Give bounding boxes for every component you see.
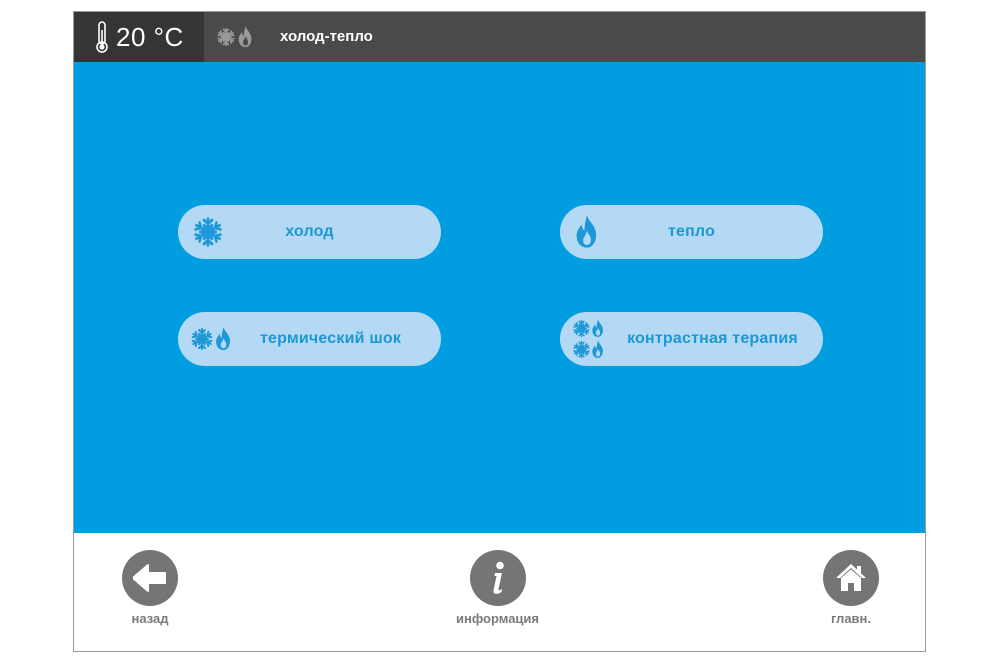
home-icon (836, 564, 866, 591)
info-circle (469, 550, 526, 606)
flame-icon (572, 215, 600, 249)
home-circle (823, 550, 879, 606)
warm-mode-button[interactable]: тепло (560, 205, 823, 259)
cold-mode-label: холод (285, 223, 334, 240)
temperature-value: 20 °C (116, 21, 184, 52)
snowflake-flame-icon (190, 327, 233, 351)
contrast-therapy-label: контрастная терапия (627, 330, 798, 347)
flame-icon (237, 26, 254, 48)
home-label: главн. (830, 611, 872, 626)
mode-selection-area: холод тепло термический шок контрастная … (74, 62, 925, 533)
temperature-display: 20 °C (74, 12, 204, 62)
snowflake-icon (190, 216, 224, 248)
info-icon (492, 561, 504, 594)
header-bar: 20 °C холод-тепло (74, 12, 925, 62)
info-button[interactable]: информация (456, 550, 539, 626)
arrow-left-icon (133, 564, 166, 592)
thermal-shock-label: термический шок (259, 330, 402, 347)
app-window: 20 °C холод-тепло холод тепло термически… (73, 11, 926, 652)
back-label: назад (131, 611, 169, 626)
back-circle (122, 550, 178, 606)
info-label: информация (456, 611, 540, 626)
home-button[interactable]: главн. (823, 550, 879, 626)
snowflake-icon (216, 27, 236, 47)
double-snowflake-flame-icon (572, 319, 605, 359)
contrast-therapy-button[interactable]: контрастная терапия (560, 312, 823, 366)
cold-mode-button[interactable]: холод (178, 205, 441, 259)
mode-icons (216, 26, 254, 48)
thermometer-icon (96, 21, 108, 53)
warm-mode-label: тепло (667, 223, 716, 240)
footer-navigation: назад информация главн. (74, 533, 925, 651)
thermal-shock-button[interactable]: термический шок (178, 312, 441, 366)
mode-title: холод-тепло (280, 28, 373, 45)
back-button[interactable]: назад (122, 550, 178, 626)
